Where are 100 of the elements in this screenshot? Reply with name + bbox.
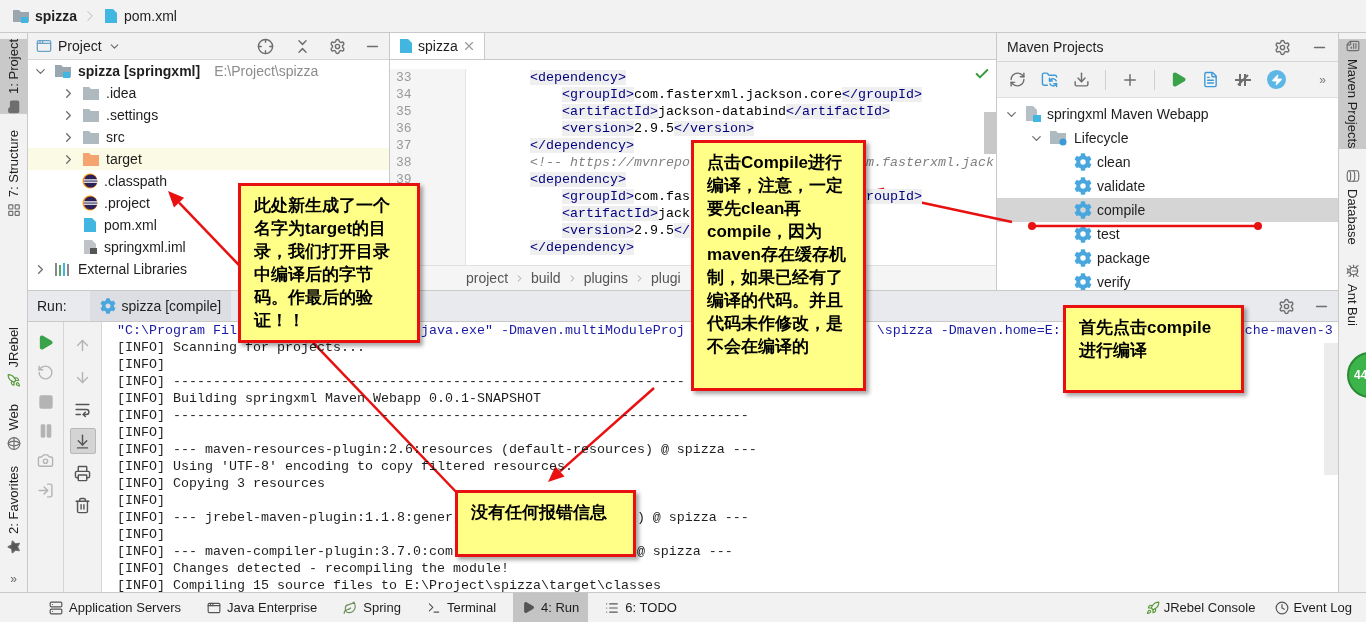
tool-window-tab[interactable]: 4: Run [513, 593, 589, 622]
breadcrumb-item[interactable]: plugins [583, 267, 628, 289]
tree-item-label: test [1097, 224, 1120, 244]
terminal-icon [426, 600, 441, 615]
tool-window-tab[interactable]: JRebel Console [1139, 593, 1262, 622]
code-text: </dependency> [529, 240, 634, 255]
tree-item[interactable]: src [28, 126, 125, 148]
server-icon [49, 600, 63, 615]
toggle-icon[interactable] [1234, 71, 1252, 88]
tree-item[interactable]: External Libraries [28, 258, 187, 280]
tree-item-label: .project [104, 193, 150, 213]
grid-icon [6, 203, 21, 218]
scroll-to-end-icon[interactable] [74, 432, 91, 450]
run-tab[interactable]: spizza [compile] [89, 291, 232, 321]
callout-note: 点击Compile进行编译，注意，一定要先clean再compile，因为maven存在缓存机制，如果已经有了编译的代码。并且代码未作修改，是不会在编译的 [691, 140, 866, 391]
line-number: 35 [396, 102, 412, 121]
line-number: 36 [396, 119, 412, 138]
library-icon [54, 261, 72, 277]
console-text: che-maven-3 [1244, 322, 1333, 339]
callout-note: 此处新生成了一个名字为target的目录，我们打开目录中编译后的字节码。作最后的验证！！ [238, 183, 420, 343]
code-text: <version>2.9.5</version> [560, 121, 754, 136]
more-button[interactable]: » [10, 570, 17, 588]
tool-window-tab[interactable]: JRebel [0, 327, 28, 388]
tree-item[interactable]: clean [997, 150, 1338, 174]
console-text: @ spizza --- [636, 543, 733, 560]
tree-item[interactable]: Lifecycle [997, 126, 1338, 150]
settings-icon[interactable] [329, 37, 346, 55]
tool-window-tab[interactable]: Web [0, 403, 28, 451]
tool-window-tab[interactable]: 6: TODO [596, 593, 686, 622]
scrollbar-thumb[interactable] [984, 112, 996, 154]
crosshair-icon[interactable] [257, 37, 274, 55]
tool-window-tab[interactable]: 7: Structure [0, 129, 28, 218]
gear-icon [1074, 225, 1092, 243]
tool-window-tab[interactable]: Database [1338, 168, 1366, 245]
folder-refresh-icon[interactable] [1041, 71, 1058, 88]
tree-item-label: target [106, 149, 142, 169]
document-icon[interactable] [1202, 71, 1219, 88]
panel-title[interactable]: Project [58, 35, 102, 57]
leaf-icon [343, 600, 358, 615]
breadcrumb-item[interactable]: plugi [651, 267, 681, 289]
folder-icon [82, 85, 100, 101]
tree-item[interactable]: .settings [28, 104, 159, 126]
tree-item[interactable]: pom.xml [28, 214, 157, 236]
breadcrumb-item[interactable]: pom.xml [103, 5, 177, 27]
breadcrumb-item[interactable]: project [466, 267, 509, 289]
gear-icon [1074, 201, 1092, 219]
print-icon[interactable] [74, 464, 91, 482]
code-text: <version>2.9.5</ [560, 223, 690, 238]
code-text: <groupId>com.fasterxml.jackson.core</groupId> [560, 87, 922, 102]
line-number: 37 [396, 136, 412, 155]
tree-item[interactable]: springxml.iml [28, 236, 186, 258]
tree-item[interactable]: package [997, 246, 1338, 270]
scrollbar-thumb[interactable] [1324, 343, 1338, 475]
tool-window-tab[interactable]: Event Log [1269, 593, 1358, 622]
panel-title: Run: [36, 296, 68, 316]
code-text: <artifactId>jackson-databind</artifactId> [560, 104, 890, 119]
code-text: <artifactId>jack [560, 206, 690, 221]
settings-icon[interactable] [1278, 297, 1295, 315]
tool-window-tab[interactable]: Ant Bui [1338, 264, 1366, 327]
tree-item[interactable]: .project [28, 192, 150, 214]
bug-icon [1345, 264, 1360, 279]
more-button[interactable]: » [1319, 70, 1326, 89]
gear-icon [1074, 153, 1092, 171]
tool-window-tab[interactable]: Java Enterprise [198, 593, 327, 622]
tree-item-label: verify [1097, 272, 1131, 290]
editor-tab[interactable]: spizza [390, 33, 485, 59]
console-text: [INFO] Copying 3 resources [117, 476, 325, 491]
tree-item[interactable]: springxml Maven Webapp [997, 102, 1338, 126]
console-text: [INFO] --- jrebel-maven-plugin:1.1.8:gener [117, 510, 453, 525]
module-folder-icon [54, 63, 72, 79]
gear-icon [99, 298, 116, 314]
tree-item[interactable]: .classpath [28, 170, 168, 192]
tool-window-tab[interactable]: Application Servers [40, 593, 190, 622]
folder-icon [82, 151, 100, 167]
tool-window-tab[interactable]: Maven Projects [1338, 39, 1366, 149]
download-icon[interactable] [1073, 71, 1090, 88]
tree-item[interactable]: validate [997, 174, 1338, 198]
code-text: <!-- https://mvnrepo [529, 155, 690, 170]
tree-item[interactable]: verify [997, 270, 1338, 290]
tree-item[interactable]: spizza [springxml] E:\Project\spizza [28, 60, 319, 82]
console-text: [INFO] Building springxml Maven Webapp 0.0.1-SNAPSHOT [117, 391, 541, 406]
line-number: 34 [396, 85, 412, 104]
tool-window-tab[interactable]: 1: Project [0, 39, 28, 114]
file-icon [1345, 39, 1360, 53]
tree-item[interactable]: compile [997, 198, 1338, 222]
breadcrumb-item[interactable]: spizza [12, 5, 77, 27]
run-icon[interactable] [1170, 71, 1187, 88]
folder-gear-icon [1049, 130, 1069, 146]
settings-icon[interactable] [1274, 38, 1291, 56]
run-icon[interactable] [37, 334, 54, 351]
tree-item[interactable]: test [997, 222, 1338, 246]
tree-item-path: E:\Project\spizza [214, 61, 319, 81]
striped-circle-icon [82, 195, 98, 211]
trash-icon[interactable] [74, 496, 91, 514]
tool-window-tab[interactable]: 2: Favorites [0, 466, 28, 554]
tree-item[interactable]: .idea [28, 82, 137, 104]
tool-window-tab[interactable]: Spring [334, 593, 410, 622]
breadcrumb-item[interactable]: build [531, 267, 561, 289]
tool-window-tab[interactable]: Terminal [417, 593, 506, 622]
refresh-icon[interactable] [1009, 71, 1026, 88]
